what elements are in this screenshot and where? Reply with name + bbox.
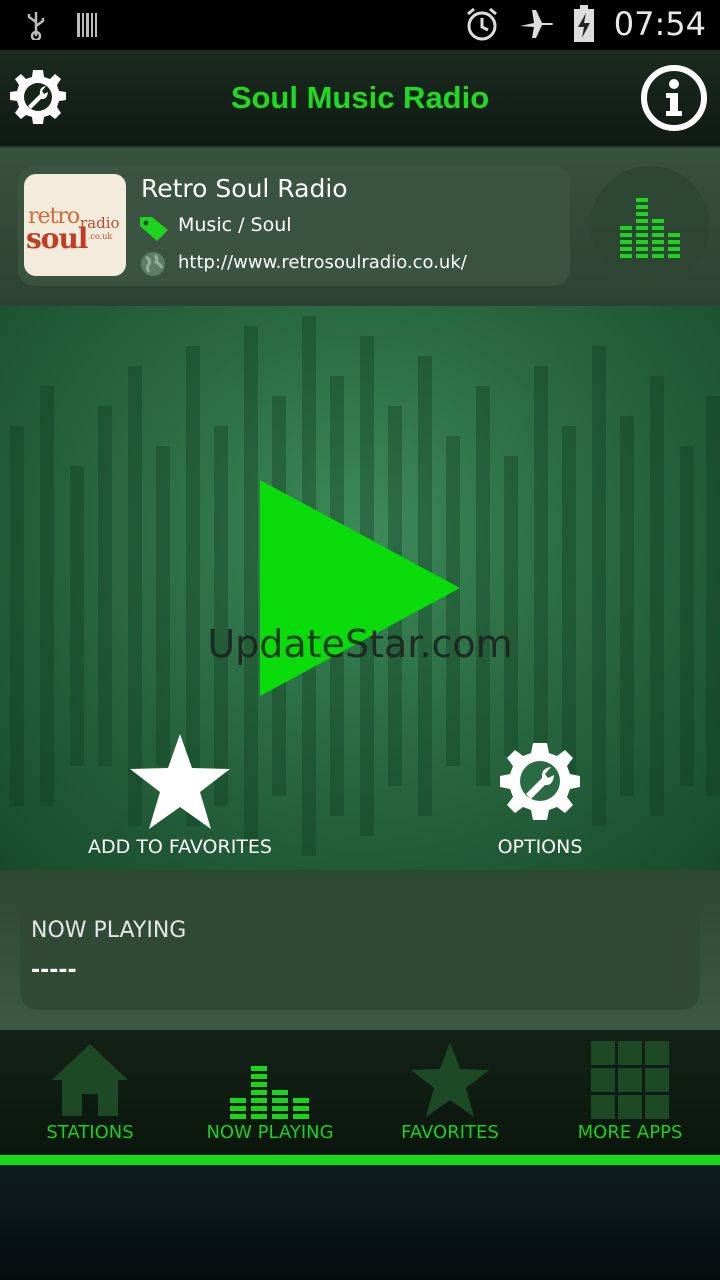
now-playing-title: NOW PLAYING: [31, 918, 187, 943]
bottom-nav: STATIONS NOW PLAYING FAVORITES MORE APPS: [0, 1030, 720, 1156]
globe-icon: [141, 252, 165, 276]
tag-icon: [140, 217, 168, 241]
app-bar: Soul Music Radio: [0, 50, 720, 148]
options-label: OPTIONS: [497, 836, 583, 858]
watermark: UpdateStar.com: [207, 622, 513, 666]
star-icon: [130, 734, 230, 829]
clock: 07:54: [613, 5, 706, 43]
add-to-favorites-label: ADD TO FAVORITES: [88, 836, 272, 858]
player-area: UpdateStar.com ADD TO FAVORITES OPTIONS: [0, 306, 720, 870]
settings-wrench-icon: [500, 743, 580, 820]
alarm-icon: [466, 7, 497, 41]
station-logo: retro radio soul .co.uk: [24, 174, 126, 276]
battery-charging-icon: [573, 5, 594, 42]
logo-text-soul: soul: [26, 222, 88, 255]
options-button[interactable]: OPTIONS: [440, 732, 640, 862]
nav-more-apps-label: MORE APPS: [577, 1122, 683, 1143]
equalizer-button[interactable]: [590, 166, 710, 286]
equalizer-icon: [230, 1066, 309, 1119]
now-playing-track: -----: [31, 958, 77, 983]
station-genre: Music / Soul: [178, 214, 292, 236]
status-bar: 07:54: [0, 0, 720, 50]
station-name: Retro Soul Radio: [141, 174, 348, 203]
nav-stations[interactable]: STATIONS: [0, 1030, 180, 1156]
star-icon: [411, 1042, 489, 1117]
now-playing-card: NOW PLAYING -----: [20, 890, 700, 1010]
add-to-favorites-button[interactable]: ADD TO FAVORITES: [80, 732, 280, 862]
station-header: retro radio soul .co.uk Retro Soul Radio…: [0, 148, 720, 306]
nav-stations-label: STATIONS: [46, 1122, 134, 1143]
app-title: Soul Music Radio: [230, 80, 490, 115]
station-url[interactable]: http://www.retrosoulradio.co.uk/: [178, 252, 467, 273]
usb-icon: [27, 12, 45, 40]
home-icon: [52, 1044, 128, 1116]
nav-favorites[interactable]: FAVORITES: [360, 1030, 540, 1156]
nav-more-apps[interactable]: MORE APPS: [540, 1030, 720, 1156]
now-playing-section: NOW PLAYING -----: [0, 870, 720, 1030]
station-card[interactable]: retro radio soul .co.uk Retro Soul Radio…: [18, 166, 570, 286]
nav-favorites-label: FAVORITES: [401, 1122, 499, 1143]
grid-icon: [591, 1041, 669, 1119]
info-icon[interactable]: [640, 64, 708, 132]
logo-text-couk: .co.uk: [88, 232, 113, 241]
footer-area: [0, 1165, 720, 1280]
nav-indicator-bar: [0, 1155, 720, 1165]
airplane-mode-icon: [519, 10, 553, 38]
nav-now-playing-label: NOW PLAYING: [206, 1122, 334, 1143]
barcode-icon: [77, 13, 97, 37]
nav-now-playing[interactable]: NOW PLAYING: [180, 1030, 360, 1156]
